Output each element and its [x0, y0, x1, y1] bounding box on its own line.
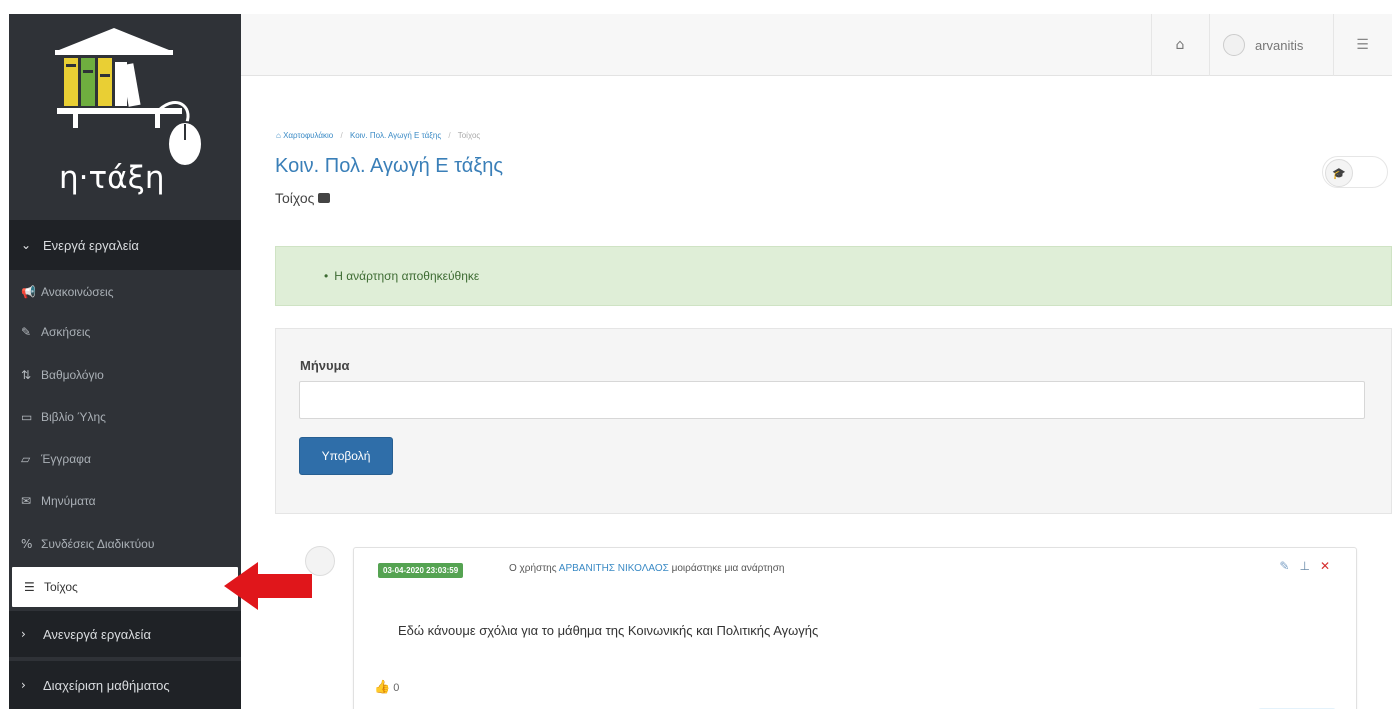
sidebar-item-label: Μηνύματα [41, 494, 96, 508]
message-input[interactable] [299, 381, 1365, 419]
alert-message: Η ανάρτηση αποθηκεύθηκε [334, 269, 480, 283]
page: η·τάξη ⌄ Ενεργά εργαλεία 📢 Ανακοινώσεις … [0, 0, 1392, 709]
edit-icon[interactable]: ✎ [1279, 559, 1289, 573]
breadcrumb-item-portfolio[interactable]: Χαρτοφυλάκιο [283, 131, 333, 140]
student-view-toggle[interactable]: 🎓 [1322, 156, 1388, 188]
sidebar-item-gradebook[interactable]: ⇅ Βαθμολόγιο [9, 355, 241, 395]
sidebar-item-label: Τοίχος [44, 580, 78, 594]
page-subtitle-text: Τοίχος [275, 190, 315, 206]
active-tools-label: Ενεργά εργαλεία [43, 237, 139, 253]
logo-text: η·τάξη [59, 160, 165, 196]
active-tools-header[interactable]: ⌄ Ενεργά εργαλεία [9, 220, 241, 270]
message-label: Μήνυμα [300, 358, 350, 373]
sidebar-item-messages[interactable]: ✉ Μηνύματα [9, 481, 241, 521]
user-menu[interactable]: arvanitis [1209, 14, 1333, 76]
red-arrow-annotation [224, 562, 312, 610]
home-icon: ⌂ [1175, 37, 1185, 53]
post-form: Μήνυμα Υποβολή [275, 328, 1392, 514]
chevron-right-icon: › [21, 678, 26, 692]
link-icon: % [21, 537, 33, 551]
post-author-link[interactable]: ΑΡΒΑΝΙΤΗΣ ΝΙΚΟΛΑΟΣ [559, 563, 669, 574]
sidebar-item-label: Βιβλίο Ύλης [41, 410, 106, 424]
home-icon: ⌂ [276, 131, 284, 140]
username: arvanitis [1255, 37, 1304, 53]
submit-button[interactable]: Υποβολή [299, 437, 393, 475]
settings-button[interactable]: ☰ [1333, 14, 1392, 76]
calendar-icon: ▭ [21, 410, 33, 424]
sort-icon: ⇅ [21, 368, 32, 382]
post-date-badge: 03-04-2020 23:03:59 [378, 563, 464, 578]
thumbs-up-icon: 👍 [374, 680, 391, 695]
sidebar-item-label: Ανακοινώσεις [41, 285, 114, 299]
breadcrumb-separator: / [340, 131, 343, 140]
sidebar-item-syllabus[interactable]: ▭ Βιβλίο Ύλης [9, 397, 241, 437]
like-count: 0 [393, 681, 400, 694]
pin-icon[interactable]: ⊥ [1299, 559, 1309, 573]
list-icon: ☰ [24, 580, 35, 594]
home-button[interactable]: ⌂ [1151, 14, 1209, 76]
graduation-cap-icon: 🎓 [1325, 159, 1353, 187]
chevron-down-icon: ⌄ [21, 238, 32, 252]
breadcrumb-item-current: Τοίχος [457, 131, 481, 140]
success-alert: • Η ανάρτηση αποθηκεύθηκε [275, 246, 1392, 306]
eclass-logo[interactable]: η·τάξη [9, 14, 241, 220]
post-author-avatar [305, 546, 335, 576]
breadcrumb: ⌂ Χαρτοφυλάκιο / Κοιν. Πολ. Αγωγή Ε τάξη… [276, 131, 480, 140]
sliders-icon: ☰ [1356, 37, 1369, 53]
avatar [1223, 34, 1245, 56]
sidebar-item-label: Έγγραφα [41, 452, 91, 466]
post-text: Εδώ κάνουμε σχόλια για το μάθημα της Κοι… [398, 623, 819, 638]
inactive-tools-label: Ανενεργά εργαλεία [43, 626, 151, 642]
chat-icon [318, 193, 331, 203]
sidebar-item-links[interactable]: % Συνδέσεις Διαδικτύου [9, 524, 241, 564]
post-meta-suffix: μοιράστηκε μια ανάρτηση [671, 563, 785, 574]
folder-icon: ▱ [21, 452, 31, 466]
sidebar-item-exercises[interactable]: ✎ Ασκήσεις [9, 312, 241, 352]
sidebar-item-label: Ασκήσεις [41, 325, 91, 339]
sidebar-item-documents[interactable]: ▱ Έγγραφα [9, 439, 241, 479]
sidebar-item-wall[interactable]: ☰ Τοίχος [12, 567, 238, 607]
sidebar: η·τάξη ⌄ Ενεργά εργαλεία 📢 Ανακοινώσεις … [9, 14, 241, 709]
delete-icon[interactable]: ✕ [1320, 559, 1330, 573]
post-actions: ✎ ⊥ ✕ [1279, 559, 1330, 573]
sidebar-item-label: Συνδέσεις Διαδικτύου [41, 537, 155, 551]
top-navbar: ⌂ arvanitis ☰ [241, 14, 1392, 76]
chevron-right-icon: › [21, 627, 26, 641]
breadcrumb-separator: / [448, 131, 451, 140]
breadcrumb-item-course[interactable]: Κοιν. Πολ. Αγωγή Ε τάξης [350, 131, 441, 140]
bullhorn-icon: 📢 [21, 285, 36, 299]
post-meta-prefix: Ο χρήστης [509, 563, 557, 574]
bullet: • [324, 269, 329, 283]
inactive-tools-header[interactable]: › Ανενεργά εργαλεία [9, 611, 241, 657]
course-title[interactable]: Κοιν. Πολ. Αγωγή Ε τάξης [275, 155, 503, 178]
sidebar-item-label: Βαθμολόγιο [41, 368, 104, 382]
like-button[interactable]: 👍 0 [374, 680, 399, 695]
course-admin-label: Διαχείριση μαθήματος [43, 677, 170, 693]
sidebar-item-announcements[interactable]: 📢 Ανακοινώσεις [9, 272, 241, 312]
wall-post: 03-04-2020 23:03:59 Ο χρήστης ΑΡΒΑΝΙΤΗΣ … [353, 547, 1357, 709]
course-admin-header[interactable]: › Διαχείριση μαθήματος [9, 661, 241, 709]
envelope-icon: ✉ [21, 494, 32, 508]
post-meta: Ο χρήστης ΑΡΒΑΝΙΤΗΣ ΝΙΚΟΛΑΟΣ μοιράστηκε … [509, 563, 784, 574]
edit-icon: ✎ [21, 325, 32, 339]
page-subtitle: Τοίχος [275, 190, 331, 206]
